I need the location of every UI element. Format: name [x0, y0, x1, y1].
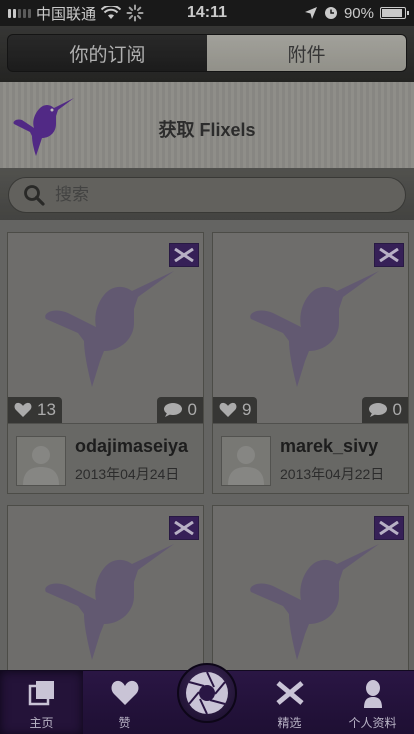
status-right: 90% — [304, 4, 409, 22]
tab-featured-label: 精选 — [277, 716, 302, 730]
home-stack-icon — [28, 681, 54, 706]
alarm-clock-icon — [324, 7, 337, 19]
location-arrow-icon — [304, 7, 317, 19]
hummingbird-placeholder-icon — [45, 544, 175, 660]
likes-value: 9 — [242, 400, 252, 419]
card-user-info[interactable]: marek_sivy 2013年04月22日 — [213, 423, 408, 493]
card-user-info[interactable]: odajimaseiya 2013年04月24日 — [8, 423, 203, 493]
header: 你的订阅 附件 — [0, 26, 414, 82]
photo-placeholder[interactable] — [8, 506, 203, 670]
username[interactable]: marek_sivy — [280, 436, 378, 457]
carrier-label: 中国联通 — [36, 5, 97, 23]
flixel-badge-icon — [169, 516, 199, 540]
photo-placeholder[interactable]: 9 0 — [213, 233, 408, 423]
likes-count[interactable]: 9 — [213, 397, 258, 423]
photo-card[interactable] — [212, 505, 409, 670]
tab-featured[interactable]: 精选 — [248, 671, 331, 734]
activity-spinner-icon — [126, 4, 144, 22]
comments-value: 0 — [187, 400, 197, 419]
tab-profile[interactable]: 个人资料 — [331, 671, 414, 734]
search-icon — [24, 185, 45, 206]
avatar[interactable] — [16, 436, 66, 486]
status-bar: 中国联通 14:11 90% — [0, 0, 414, 26]
heart-icon — [219, 402, 237, 417]
default-avatar-icon — [23, 446, 59, 485]
username[interactable]: odajimaseiya — [75, 436, 188, 457]
search-bar — [0, 170, 414, 220]
tab-profile-label: 个人资料 — [348, 716, 397, 730]
comments-count[interactable]: 0 — [156, 397, 203, 423]
tab-home-label: 主页 — [29, 716, 54, 730]
photo-placeholder[interactable]: 13 0 — [8, 233, 203, 423]
photo-card[interactable]: 13 0 odajimaseiya 2013年04月24日 — [7, 232, 204, 494]
tab-like-label: 赞 — [118, 716, 131, 730]
comments-count[interactable]: 0 — [361, 397, 408, 423]
flixel-badge-icon — [374, 516, 404, 540]
post-date: 2013年04月24日 — [75, 466, 180, 482]
hummingbird-placeholder-icon — [250, 271, 379, 387]
person-icon — [363, 680, 382, 708]
wifi-icon — [101, 6, 122, 19]
photo-placeholder[interactable] — [213, 506, 408, 670]
battery-icon — [380, 7, 409, 19]
photo-grid: 13 0 odajimaseiya 2013年04月24日 9 0 marek_… — [0, 220, 414, 670]
avatar[interactable] — [221, 436, 271, 486]
default-avatar-icon — [228, 446, 264, 485]
tab-attachments[interactable]: 附件 — [207, 35, 406, 71]
battery-percent: 90% — [343, 4, 374, 22]
tab-home[interactable]: 主页 — [0, 671, 83, 734]
hummingbird-placeholder-icon — [45, 271, 175, 387]
hummingbird-placeholder-icon — [250, 544, 379, 660]
segmented-control: 你的订阅 附件 — [7, 34, 407, 72]
likes-value: 13 — [37, 400, 56, 419]
get-flixels-banner[interactable]: 获取 Flixels — [0, 82, 414, 170]
tab-like[interactable]: 赞 — [83, 671, 166, 734]
aperture-icon — [186, 671, 228, 715]
heart-icon — [14, 402, 32, 417]
comments-value: 0 — [392, 400, 402, 419]
post-date: 2013年04月22日 — [280, 466, 385, 482]
signal-icon — [8, 8, 31, 18]
comment-bubble-icon — [163, 403, 182, 417]
status-left: 中国联通 — [8, 3, 144, 24]
tab-subscriptions[interactable]: 你的订阅 — [8, 35, 207, 71]
camera-button[interactable] — [177, 663, 237, 723]
flixel-x-icon — [275, 681, 304, 705]
photo-card[interactable] — [7, 505, 204, 670]
heart-icon — [111, 680, 138, 705]
promo-text: 获取 Flixels — [158, 120, 256, 140]
likes-count[interactable]: 13 — [8, 397, 62, 423]
search-input[interactable] — [55, 185, 355, 205]
comment-bubble-icon — [368, 403, 387, 417]
flixel-badge-icon — [374, 243, 404, 267]
photo-card[interactable]: 9 0 marek_sivy 2013年04月22日 — [212, 232, 409, 494]
search-box[interactable] — [8, 177, 406, 213]
flixel-badge-icon — [169, 243, 199, 267]
tab-bar: 主页 赞 精选 个人资料 — [0, 663, 414, 734]
